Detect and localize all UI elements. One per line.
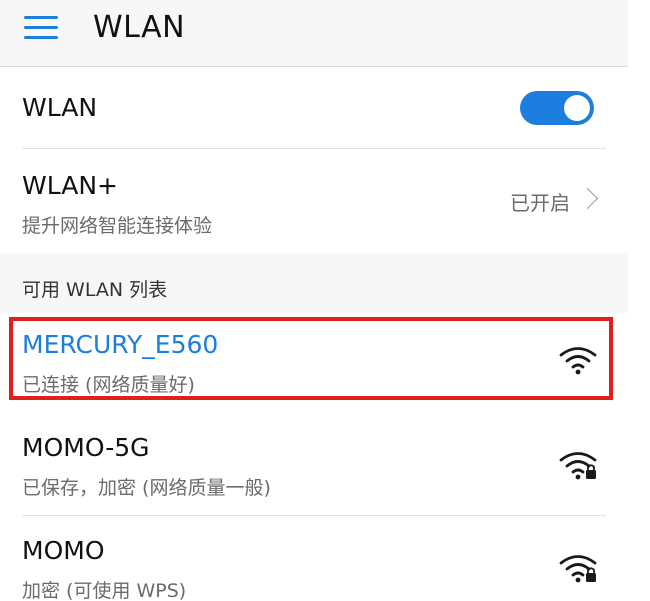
network-status: 已连接 (网络质量好)	[22, 374, 195, 396]
available-networks-header: 可用 WLAN 列表	[0, 253, 628, 313]
wlan-settings-screen: WLAN WLAN WLAN+ 提升网络智能连接体验 已开启 可用 WLAN 列…	[0, 0, 628, 601]
network-item-momo[interactable]: MOMO 加密 (可使用 WPS)	[0, 516, 628, 601]
menu-icon[interactable]	[24, 16, 60, 42]
network-name: MOMO-5G	[22, 433, 150, 462]
network-item-mercury[interactable]: MERCURY_E560 已连接 (网络质量好)	[0, 313, 628, 413]
app-bar: WLAN	[0, 0, 628, 67]
wlan-plus-status: 已开启	[510, 191, 570, 215]
network-item-momo-5g[interactable]: MOMO-5G 已保存，加密 (网络质量一般)	[0, 413, 628, 516]
wlan-toggle-row[interactable]: WLAN	[0, 67, 628, 149]
menu-icon-line	[24, 36, 58, 39]
wifi-lock-icon	[559, 452, 597, 480]
toggle-knob	[564, 95, 590, 121]
network-name: MOMO	[22, 536, 105, 565]
chevron-right-icon	[576, 187, 599, 210]
wifi-icon	[559, 347, 597, 375]
page-title: WLAN	[93, 10, 186, 45]
screen-edge	[628, 0, 650, 601]
menu-icon-line	[24, 16, 58, 19]
menu-icon-line	[24, 26, 58, 29]
wlan-toggle-switch[interactable]	[520, 91, 594, 125]
network-status: 已保存，加密 (网络质量一般)	[22, 477, 271, 499]
wlan-plus-row[interactable]: WLAN+ 提升网络智能连接体验 已开启	[0, 149, 628, 253]
network-status: 加密 (可使用 WPS)	[22, 580, 187, 601]
network-name: MERCURY_E560	[22, 330, 219, 359]
wlan-plus-subtitle: 提升网络智能连接体验	[22, 215, 213, 237]
wlan-plus-title: WLAN+	[22, 171, 118, 200]
wifi-lock-icon	[559, 555, 597, 583]
wlan-toggle-label: WLAN	[22, 93, 98, 122]
section-label: 可用 WLAN 列表	[22, 279, 168, 301]
